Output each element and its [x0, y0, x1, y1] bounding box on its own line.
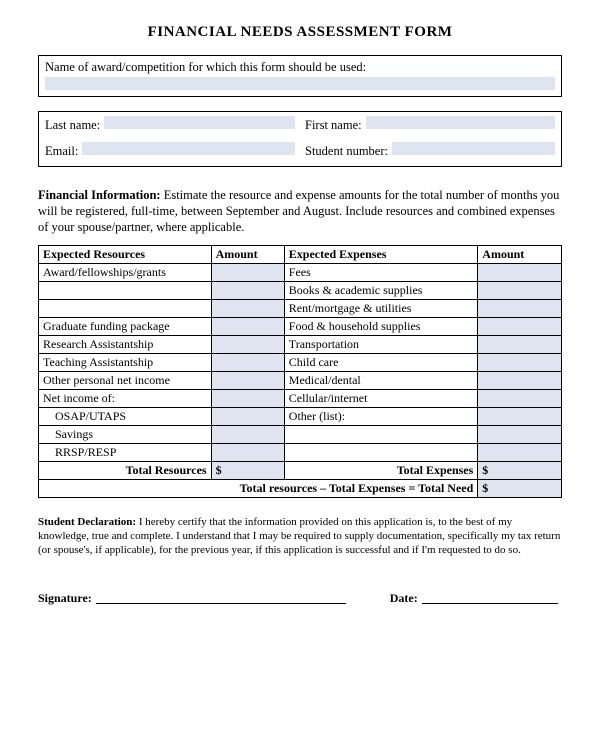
header-resources: Expected Resources	[39, 246, 212, 264]
resource-cell: Graduate funding package	[39, 318, 212, 336]
table-row: Research Assistantship Transportation	[39, 336, 562, 354]
form-title: FINANCIAL NEEDS ASSESSMENT FORM	[38, 24, 562, 41]
resource-amount-input[interactable]	[211, 354, 284, 372]
expense-amount-input[interactable]	[478, 372, 562, 390]
resource-cell	[39, 300, 212, 318]
student-number-field: Student number:	[305, 142, 555, 159]
first-name-label: First name:	[305, 118, 366, 133]
resource-amount-input[interactable]	[211, 300, 284, 318]
resource-amount-input[interactable]	[211, 408, 284, 426]
award-input[interactable]	[45, 77, 555, 90]
expense-amount-input[interactable]	[478, 300, 562, 318]
total-need-row: Total resources – Total Expenses = Total…	[39, 480, 562, 498]
table-row: Savings	[39, 426, 562, 444]
financial-info-paragraph: Financial Information: Estimate the reso…	[38, 187, 562, 235]
expense-amount-input[interactable]	[478, 408, 562, 426]
first-name-input[interactable]	[366, 116, 555, 129]
email-label: Email:	[45, 144, 82, 159]
signature-line[interactable]	[96, 591, 346, 604]
table-row: Teaching Assistantship Child care	[39, 354, 562, 372]
expense-cell: Rent/mortgage & utilities	[284, 300, 478, 318]
total-resources-label: Total Resources	[39, 462, 212, 480]
table-row: Rent/mortgage & utilities	[39, 300, 562, 318]
resource-cell: Other personal net income	[39, 372, 212, 390]
expense-cell: Books & academic supplies	[284, 282, 478, 300]
resource-cell: Savings	[39, 426, 212, 444]
resource-cell: RRSP/RESP	[39, 444, 212, 462]
expense-cell: Child care	[284, 354, 478, 372]
resource-cell: Research Assistantship	[39, 336, 212, 354]
expense-amount-input[interactable]	[478, 282, 562, 300]
resource-amount-input[interactable]	[211, 444, 284, 462]
header-amount1: Amount	[211, 246, 284, 264]
resource-amount-input[interactable]	[211, 336, 284, 354]
total-expenses-label: Total Expenses	[284, 462, 478, 480]
resource-cell	[39, 282, 212, 300]
expense-amount-input[interactable]	[478, 354, 562, 372]
resource-cell: Net income of:	[39, 390, 212, 408]
total-need-amount[interactable]: $	[478, 480, 562, 498]
expense-cell: Fees	[284, 264, 478, 282]
expense-amount-input[interactable]	[478, 264, 562, 282]
expense-amount-input[interactable]	[478, 318, 562, 336]
student-declaration: Student Declaration: I hereby certify th…	[38, 516, 562, 557]
expense-amount-input[interactable]	[478, 426, 562, 444]
resource-amount-input[interactable]	[211, 264, 284, 282]
award-label: Name of award/competition for which this…	[45, 60, 555, 75]
table-row: Books & academic supplies	[39, 282, 562, 300]
table-row: OSAP/UTAPS Other (list):	[39, 408, 562, 426]
resource-amount-input[interactable]	[211, 282, 284, 300]
form-page: FINANCIAL NEEDS ASSESSMENT FORM Name of …	[0, 0, 600, 616]
expense-cell: Other (list):	[284, 408, 478, 426]
expense-amount-input[interactable]	[478, 444, 562, 462]
table-row: Graduate funding package Food & household…	[39, 318, 562, 336]
resource-amount-input[interactable]	[211, 426, 284, 444]
total-need-label: Total resources – Total Expenses = Total…	[39, 480, 478, 498]
resource-cell: OSAP/UTAPS	[39, 408, 212, 426]
table-row: Other personal net income Medical/dental	[39, 372, 562, 390]
financial-info-heading: Financial Information:	[38, 188, 161, 202]
date-line[interactable]	[422, 591, 558, 604]
student-number-label: Student number:	[305, 144, 392, 159]
personal-info-box: Last name: First name: Email: Student nu…	[38, 111, 562, 167]
expense-cell	[284, 426, 478, 444]
table-header-row: Expected Resources Amount Expected Expen…	[39, 246, 562, 264]
first-name-field: First name:	[305, 116, 555, 133]
email-field: Email:	[45, 142, 295, 159]
last-name-input[interactable]	[104, 116, 295, 129]
total-resources-row: Total Resources $ Total Expenses $	[39, 462, 562, 480]
signature-label: Signature:	[38, 591, 92, 606]
resource-amount-input[interactable]	[211, 390, 284, 408]
table-row: Net income of: Cellular/internet	[39, 390, 562, 408]
financial-table: Expected Resources Amount Expected Expen…	[38, 245, 562, 498]
expense-cell: Medical/dental	[284, 372, 478, 390]
resource-cell: Teaching Assistantship	[39, 354, 212, 372]
expense-amount-input[interactable]	[478, 336, 562, 354]
total-expenses-amount[interactable]: $	[478, 462, 562, 480]
expense-cell: Transportation	[284, 336, 478, 354]
signature-row: Signature: Date:	[38, 591, 562, 606]
email-input[interactable]	[82, 142, 295, 155]
expense-cell: Food & household supplies	[284, 318, 478, 336]
expense-cell	[284, 444, 478, 462]
date-label: Date:	[390, 591, 418, 606]
last-name-label: Last name:	[45, 118, 104, 133]
resource-cell: Award/fellowships/grants	[39, 264, 212, 282]
table-row: Award/fellowships/grants Fees	[39, 264, 562, 282]
header-amount2: Amount	[478, 246, 562, 264]
student-number-input[interactable]	[392, 142, 555, 155]
declaration-heading: Student Declaration:	[38, 516, 136, 528]
resource-amount-input[interactable]	[211, 372, 284, 390]
header-expenses: Expected Expenses	[284, 246, 478, 264]
table-row: RRSP/RESP	[39, 444, 562, 462]
resource-amount-input[interactable]	[211, 318, 284, 336]
award-box: Name of award/competition for which this…	[38, 55, 562, 97]
expense-cell: Cellular/internet	[284, 390, 478, 408]
expense-amount-input[interactable]	[478, 390, 562, 408]
last-name-field: Last name:	[45, 116, 295, 133]
total-resources-amount[interactable]: $	[211, 462, 284, 480]
